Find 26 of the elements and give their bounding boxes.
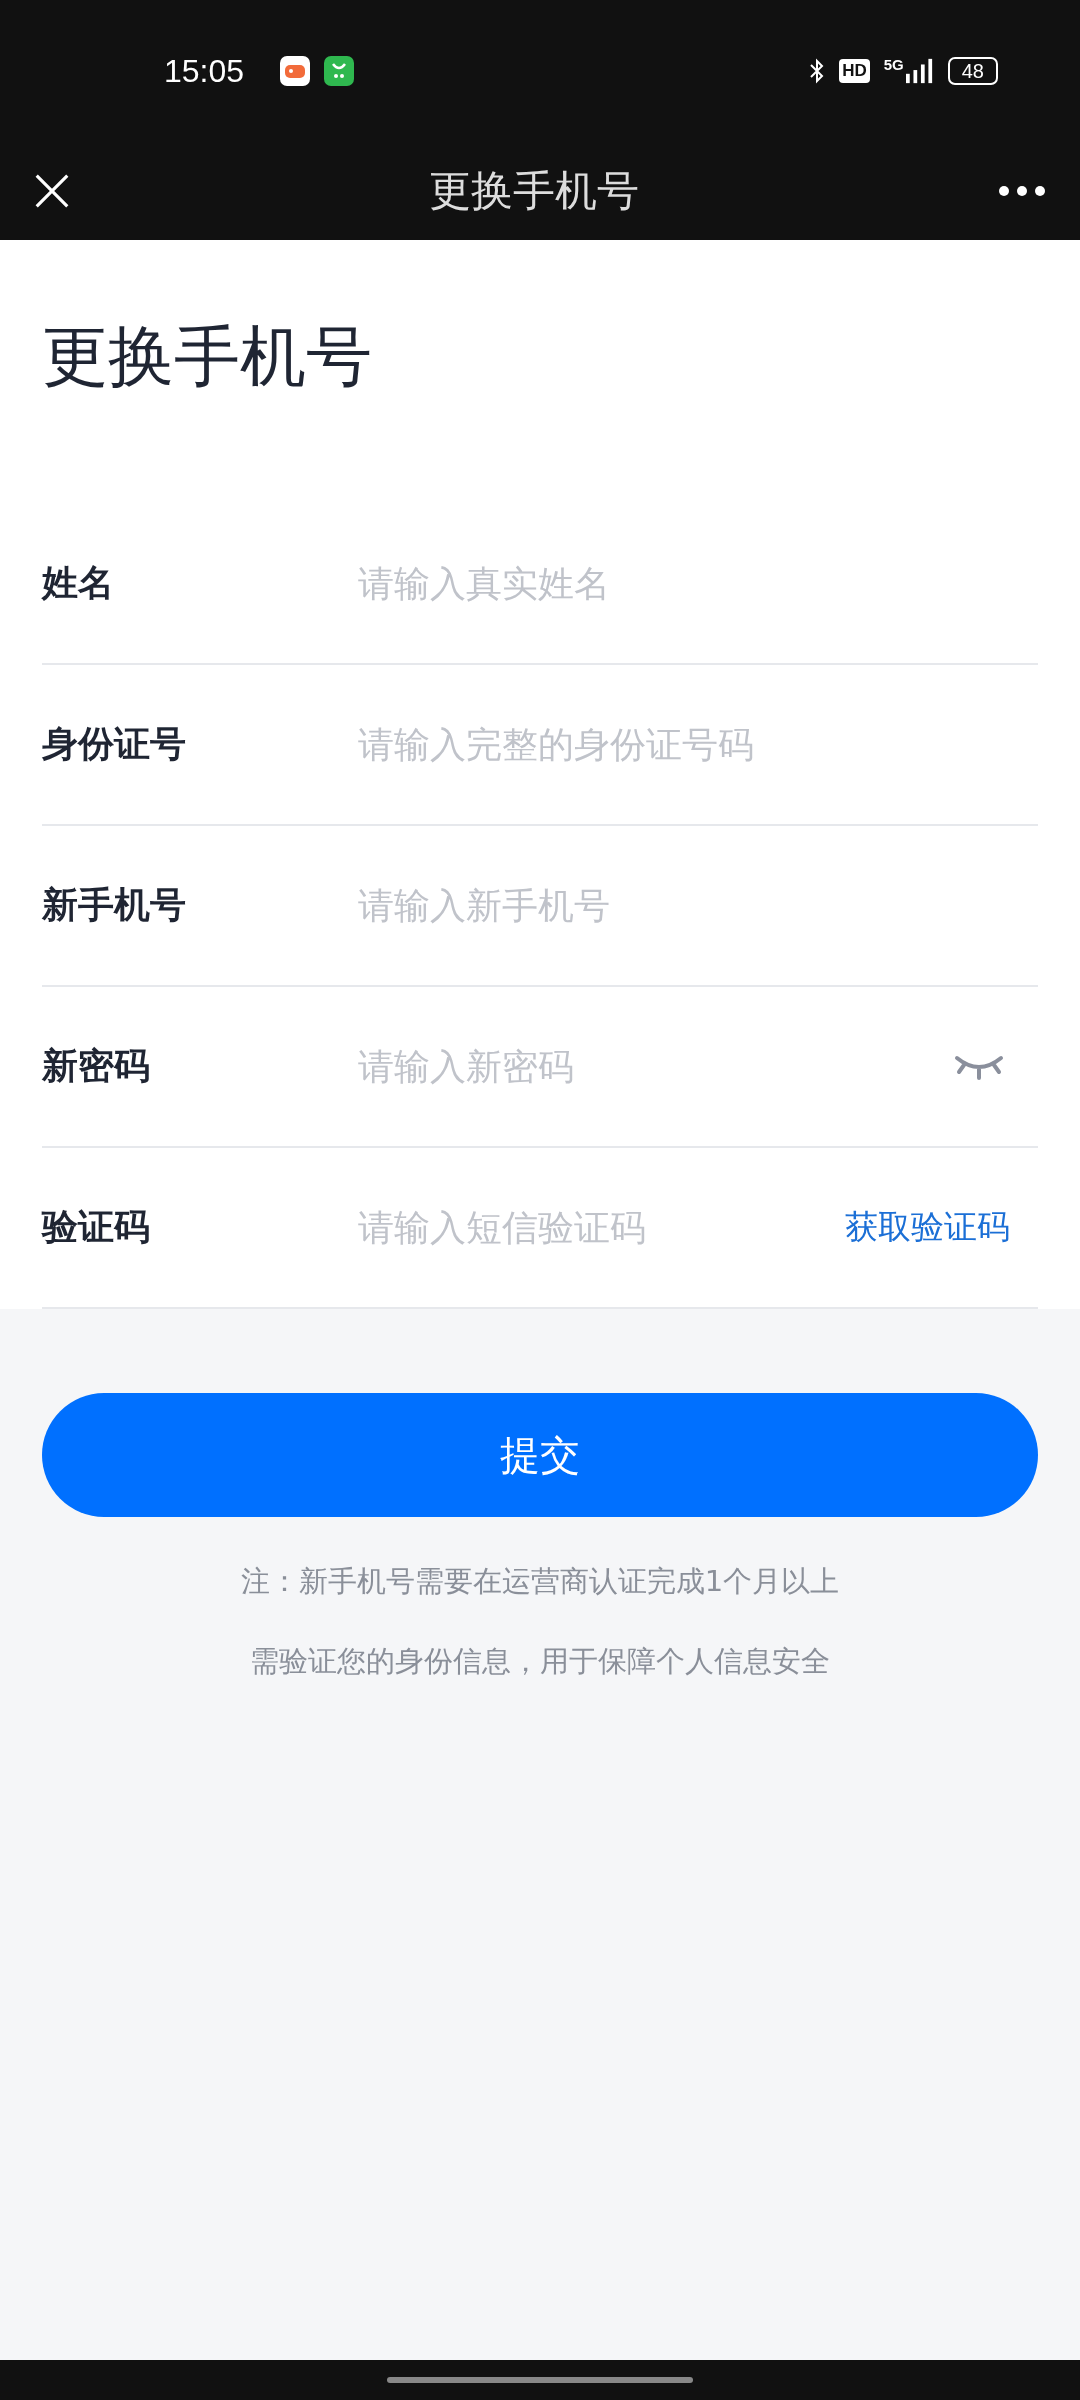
field-label: 身份证号 (42, 722, 187, 766)
note-text: 需验证您的身份信息，用于保障个人信息安全 (250, 1643, 830, 1680)
page-title: 更换手机号 (42, 324, 373, 390)
nav-title: 更换手机号 (429, 165, 639, 217)
input-field[interactable]: 请输入完整的身份证号码 (358, 724, 1038, 765)
close-icon[interactable] (34, 173, 70, 209)
field-label: 姓名 (42, 561, 115, 605)
hd-badge: HD (839, 59, 870, 83)
input-field[interactable]: 请输入新密码 (358, 1046, 954, 1087)
note-text: 注：新手机号需要在运营商认证完成1个月以上 (240, 1563, 840, 1600)
field-label: 新密码 (42, 1044, 151, 1088)
input-field[interactable]: 请输入新手机号 (358, 885, 1038, 926)
field-label: 新手机号 (42, 883, 187, 927)
signal-icon (905, 58, 934, 84)
field-label: 验证码 (42, 1205, 151, 1249)
bluetooth-icon (809, 58, 826, 84)
submit-button[interactable]: 提交 (42, 1393, 1038, 1517)
input-field[interactable]: 请输入真实姓名 (358, 563, 1038, 604)
network-type: 5G (883, 55, 904, 73)
get-code-link[interactable]: 获取验证码 (845, 1205, 1010, 1250)
status-time: 15:05 (164, 52, 245, 90)
more-icon[interactable] (998, 185, 1046, 197)
game-app-icon (280, 56, 311, 86)
input-field[interactable]: 请输入短信验证码 (358, 1207, 845, 1248)
shopping-bag-icon (324, 56, 355, 86)
battery-indicator: 48 (947, 57, 998, 85)
